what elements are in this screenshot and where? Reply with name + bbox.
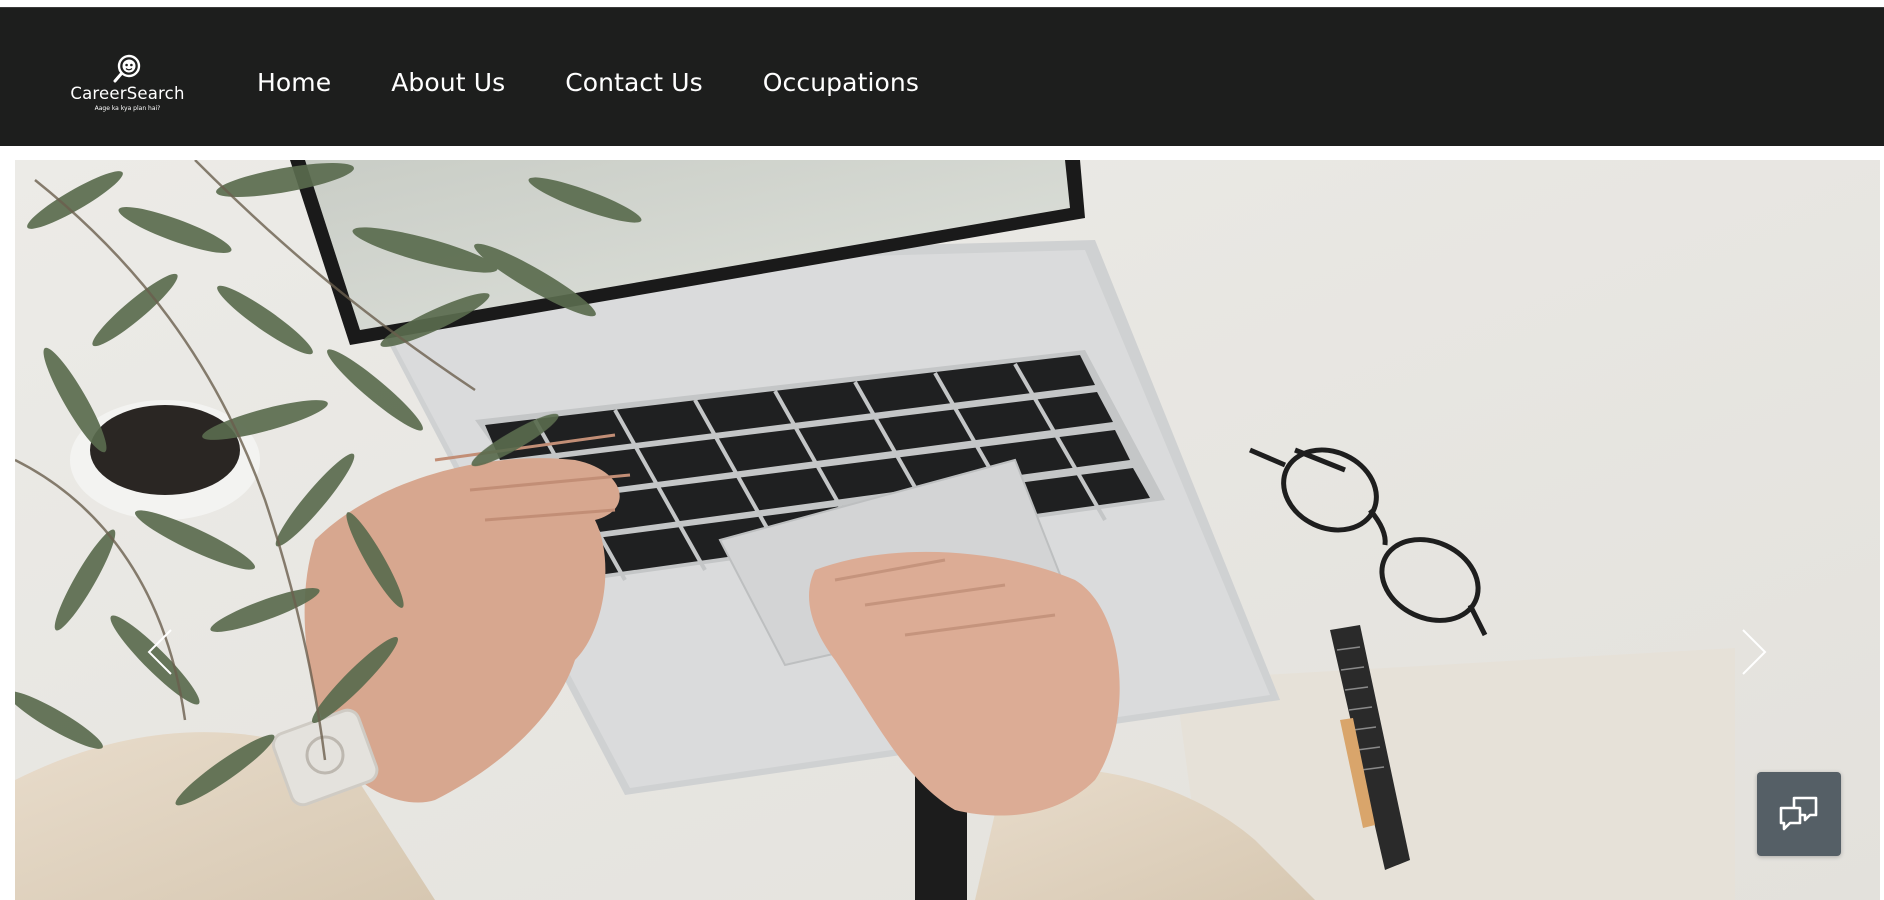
magnifier-face-icon: [113, 54, 141, 83]
carousel-next-button[interactable]: [1733, 622, 1773, 682]
chevron-right-icon: [1742, 629, 1767, 675]
brand-name: CareerSearch: [70, 84, 185, 103]
nav-link-home[interactable]: Home: [257, 68, 331, 97]
carousel-prev-button[interactable]: [141, 622, 181, 682]
brand-tagline: Aage ka kya plan hai?: [94, 105, 161, 112]
brand-logo[interactable]: CareerSearch Aage ka kya plan hai?: [70, 54, 185, 116]
chat-widget-button[interactable]: [1757, 772, 1841, 856]
nav-link-occupations[interactable]: Occupations: [763, 68, 919, 97]
nav-link-contact-us[interactable]: Contact Us: [565, 68, 703, 97]
chevron-left-icon: [147, 629, 172, 675]
main-nav: Home About Us Contact Us Occupations: [257, 68, 979, 97]
chat-bubbles-icon: [1779, 796, 1818, 831]
nav-link-about-us[interactable]: About Us: [391, 68, 505, 97]
hero-carousel: [15, 160, 1880, 900]
carousel-slide-image: [15, 160, 1880, 900]
top-navbar: CareerSearch Aage ka kya plan hai? Home …: [0, 7, 1884, 146]
